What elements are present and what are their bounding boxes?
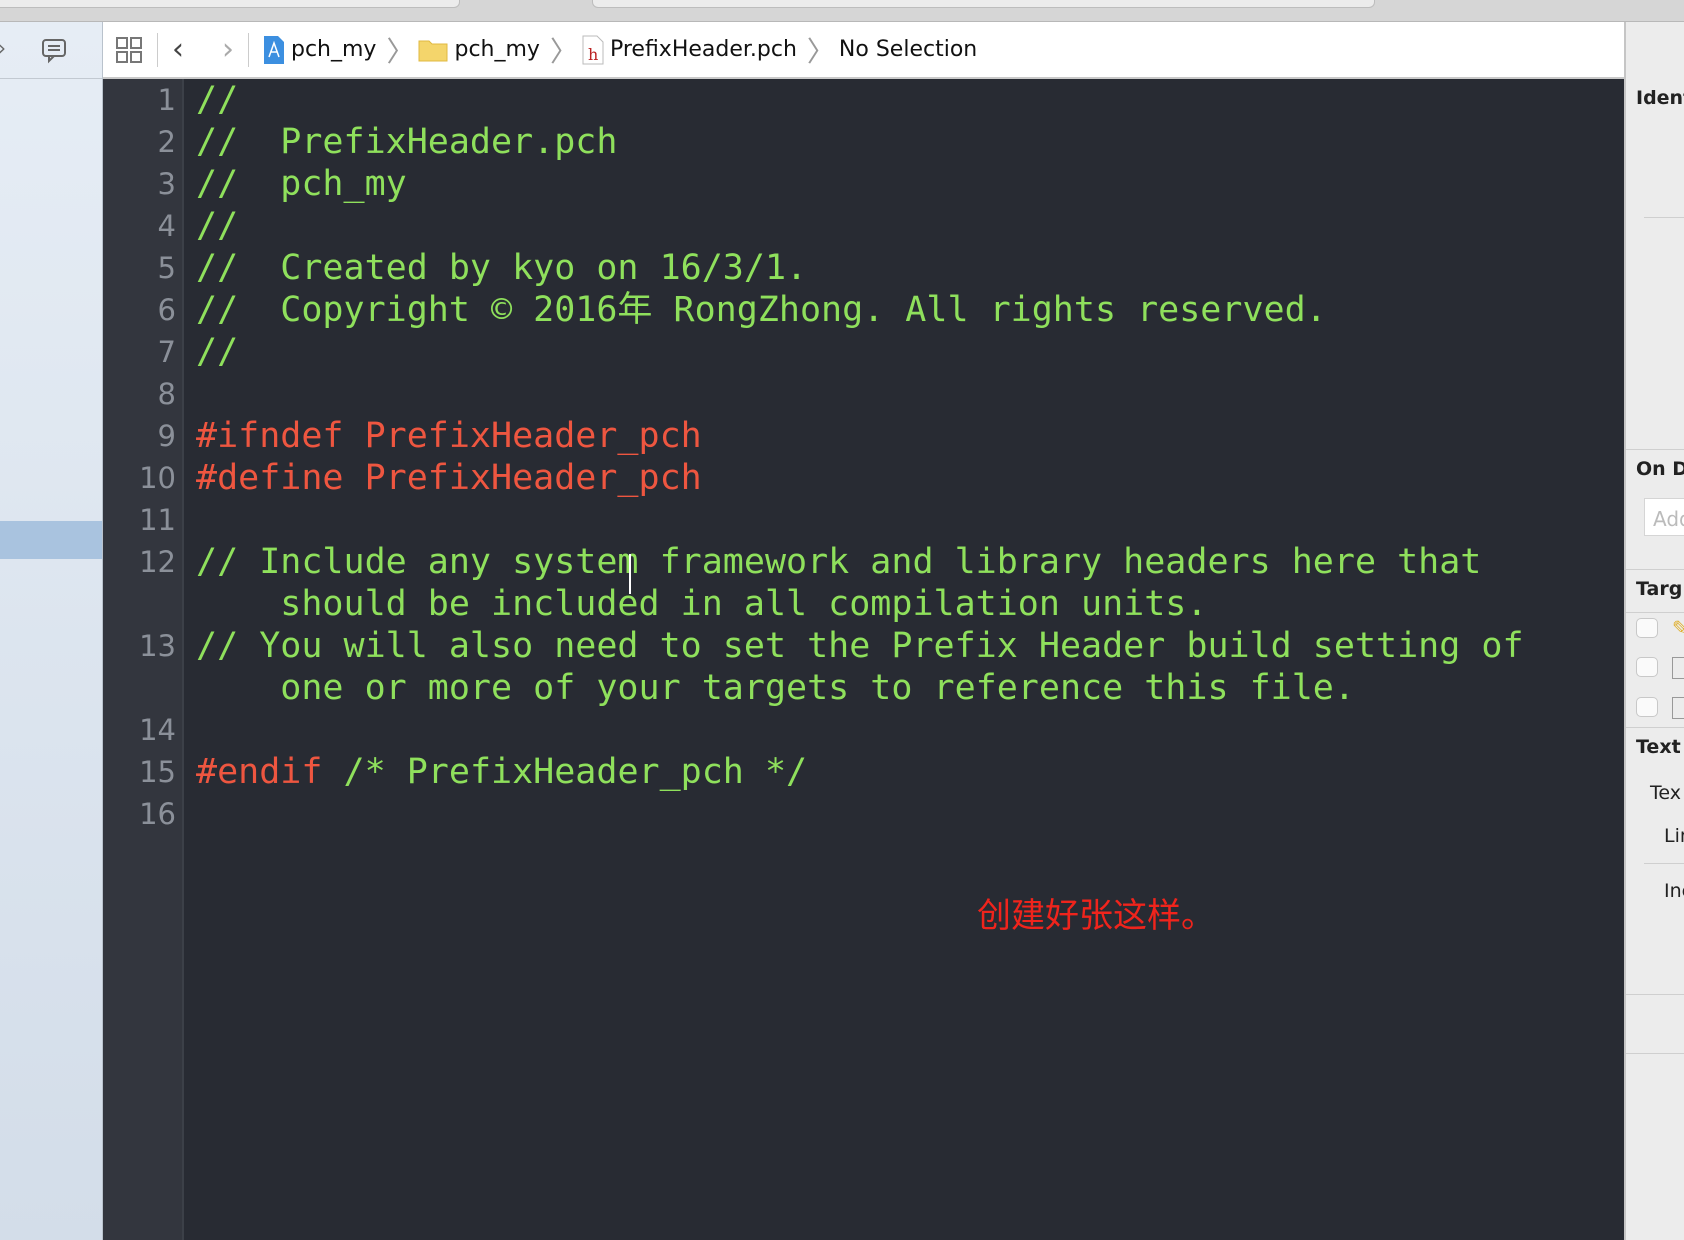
target-icon — [1672, 657, 1684, 679]
window-tab[interactable] — [592, 0, 1375, 8]
line-number: 9 — [157, 419, 176, 453]
divider — [248, 32, 249, 67]
code-line[interactable]: // pch_my — [196, 163, 1616, 205]
code-editor[interactable]: //// PrefixHeader.pch// pch_my//// Creat… — [196, 79, 1616, 835]
breadcrumb-separator: 〉 — [549, 34, 578, 68]
code-line[interactable]: #ifndef PrefixHeader_pch — [196, 415, 1616, 457]
inspector-panel: Ident On D Add Targ ✎ Text Tex Lin Ine — [1624, 22, 1684, 1240]
code-line[interactable]: // — [196, 331, 1616, 373]
code-line[interactable]: // Include any system framework and libr… — [196, 541, 1616, 583]
selected-navigator-item[interactable] — [0, 521, 102, 559]
code-line[interactable]: should be included in all compilation un… — [196, 583, 1616, 625]
target-checkbox[interactable] — [1636, 618, 1658, 638]
breadcrumb-label: pch_my — [291, 37, 377, 62]
header-file-icon: h — [582, 35, 604, 64]
code-line[interactable]: // — [196, 205, 1616, 247]
line-number: 3 — [157, 167, 176, 201]
breadcrumb-no-selection[interactable]: No Selection — [839, 37, 977, 62]
related-items-grid-icon[interactable] — [115, 36, 143, 64]
line-number: 5 — [157, 251, 176, 285]
preprocessor-token: #endif — [196, 752, 323, 792]
comment-icon[interactable] — [40, 36, 68, 64]
indent-label: Ine — [1664, 880, 1684, 902]
comment-token: /* PrefixHeader_pch */ — [322, 752, 808, 792]
breadcrumb-label: pch_my — [454, 37, 540, 62]
breadcrumb-label: PrefixHeader.pch — [609, 37, 797, 62]
breadcrumb-separator: 〉 — [386, 34, 415, 68]
annotation-note: 创建好张这样。 — [977, 896, 1215, 936]
code-line[interactable]: one or more of your targets to reference… — [196, 667, 1616, 709]
forward-chevron-icon[interactable]: › — [222, 32, 234, 67]
code-line[interactable]: #endif /* PrefixHeader_pch */ — [196, 751, 1616, 793]
code-line[interactable] — [196, 373, 1616, 415]
jump-bar: ‹ › pch_my 〉 pch_my 〉 h PrefixHeader.pch… — [103, 22, 1624, 79]
line-number: 15 — [139, 755, 176, 789]
tags-placeholder: Add — [1653, 507, 1684, 531]
window-tab[interactable] — [0, 0, 460, 8]
target-checkbox[interactable] — [1636, 697, 1658, 717]
chevron-right-icon[interactable]: › — [0, 36, 6, 60]
tags-input[interactable]: Add — [1644, 498, 1684, 536]
target-icon — [1672, 697, 1684, 719]
text-settings-section-title: Text — [1636, 736, 1681, 758]
identity-section-title: Ident — [1636, 87, 1684, 109]
target-checkbox[interactable] — [1636, 657, 1658, 677]
code-line[interactable]: // Created by kyo on 16/3/1. — [196, 247, 1616, 289]
code-line[interactable] — [196, 793, 1616, 835]
line-number: 11 — [139, 503, 176, 537]
line-number: 2 — [157, 125, 176, 159]
code-line[interactable] — [196, 499, 1616, 541]
on-demand-section-title: On D — [1636, 458, 1684, 480]
code-line[interactable]: // Copyright © 2016年 RongZhong. All righ… — [196, 289, 1616, 331]
svg-text:h: h — [588, 45, 598, 64]
line-number: 13 — [139, 629, 176, 663]
navigator-sidebar: › — [0, 22, 103, 1240]
breadcrumb-separator: 〉 — [806, 34, 835, 68]
line-number: 4 — [157, 209, 176, 243]
code-line[interactable]: // — [196, 79, 1616, 121]
xcode-project-icon — [264, 35, 284, 64]
line-number: 8 — [157, 377, 176, 411]
text-encoding-label: Tex — [1650, 782, 1681, 804]
line-number: 12 — [139, 545, 176, 579]
back-chevron-icon[interactable]: ‹ — [172, 32, 184, 67]
folder-icon — [418, 40, 448, 61]
code-line[interactable]: #define PrefixHeader_pch — [196, 457, 1616, 499]
breadcrumb-project[interactable]: pch_my — [263, 35, 376, 65]
text-cursor — [629, 554, 631, 594]
window-tab-strip — [0, 0, 1684, 22]
code-line[interactable] — [196, 709, 1616, 751]
line-number: 10 — [139, 461, 176, 495]
breadcrumb-group[interactable]: pch_my — [418, 37, 540, 62]
line-number: 6 — [157, 293, 176, 327]
breadcrumb-file[interactable]: h PrefixHeader.pch — [582, 35, 797, 65]
pencil-icon: ✎ — [1672, 616, 1684, 640]
code-line[interactable]: // PrefixHeader.pch — [196, 121, 1616, 163]
line-number: 14 — [139, 713, 176, 747]
line-number: 16 — [139, 797, 176, 831]
line-number: 1 — [157, 83, 176, 117]
code-line[interactable]: // You will also need to set the Prefix … — [196, 625, 1616, 667]
divider — [157, 32, 158, 67]
line-number: 7 — [157, 335, 176, 369]
line-endings-label: Lin — [1664, 825, 1684, 847]
target-membership-section-title: Targ — [1636, 578, 1683, 600]
